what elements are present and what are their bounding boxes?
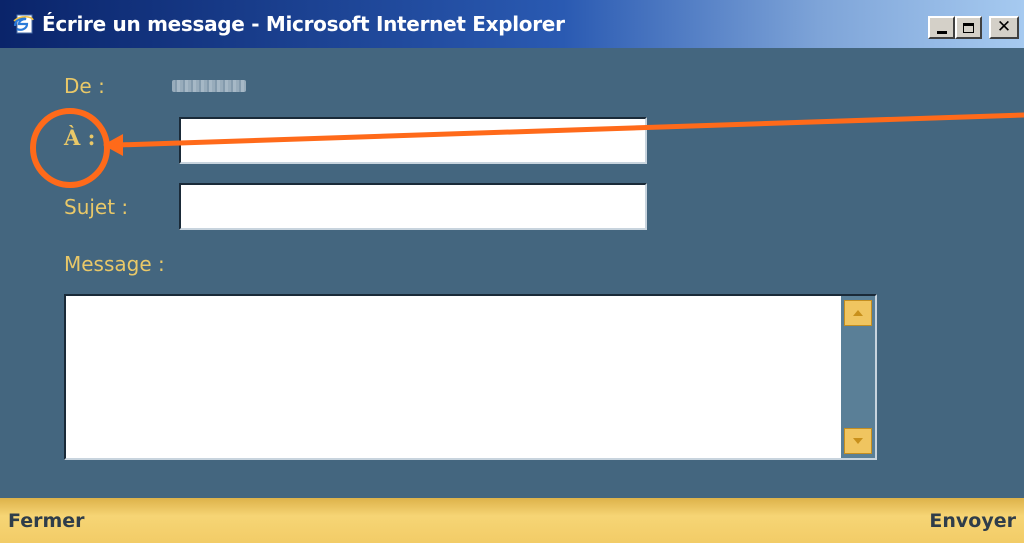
maximize-icon [963, 22, 974, 33]
from-value-redacted [172, 80, 246, 92]
arrow-down-icon [853, 438, 863, 444]
to-label: À : [64, 125, 96, 150]
message-scrollbar[interactable] [841, 296, 875, 458]
to-field[interactable] [179, 117, 647, 164]
scroll-up-button[interactable] [844, 300, 872, 326]
arrow-up-icon [853, 310, 863, 316]
message-label: Message : [64, 252, 165, 276]
close-button[interactable]: Fermer [8, 508, 85, 534]
ie-page-icon [13, 14, 34, 34]
scroll-down-button[interactable] [844, 428, 872, 454]
message-box[interactable] [64, 294, 877, 460]
subject-label: Sujet : [64, 195, 129, 219]
window-title: Écrire un message - Microsoft Internet E… [42, 12, 565, 36]
message-textarea[interactable] [66, 296, 841, 458]
title-bar[interactable]: Écrire un message - Microsoft Internet E… [0, 0, 1024, 48]
from-label: De : [64, 74, 105, 98]
close-window-button[interactable]: ✕ [989, 16, 1019, 39]
close-icon: ✕ [996, 17, 1012, 37]
send-button[interactable]: Envoyer [929, 508, 1016, 534]
minimize-button[interactable] [928, 16, 955, 39]
annotation-arrow-head [103, 134, 123, 156]
action-bar: Fermer Envoyer [0, 498, 1024, 543]
compose-window: Écrire un message - Microsoft Internet E… [0, 0, 1024, 543]
minimize-icon [936, 30, 947, 34]
subject-input[interactable] [181, 185, 645, 228]
to-input[interactable] [181, 119, 645, 162]
subject-field[interactable] [179, 183, 647, 230]
maximize-button[interactable] [955, 16, 982, 39]
